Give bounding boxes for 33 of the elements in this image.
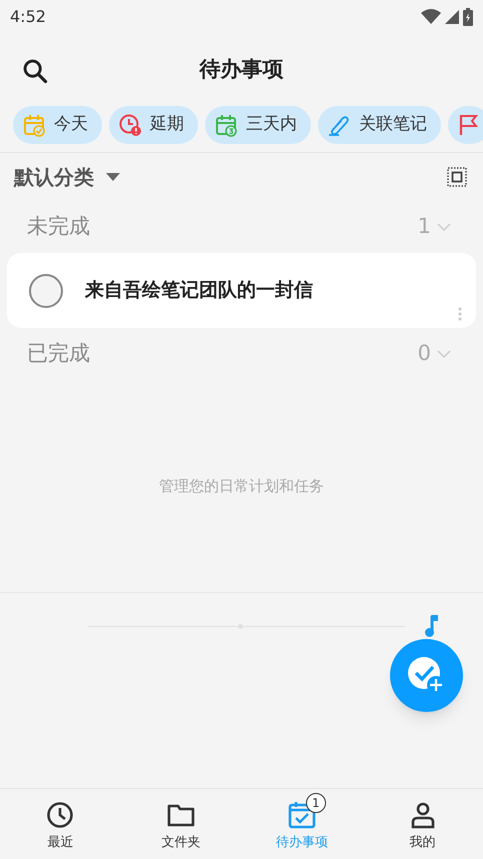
select-button[interactable]	[445, 165, 469, 189]
task-card[interactable]: 来自吾绘笔记团队的一封信	[7, 253, 476, 328]
calendar-check-icon	[22, 113, 46, 137]
page-title: 待办事项	[200, 56, 284, 83]
person-icon	[408, 801, 437, 829]
nav-tab[interactable]: 我的	[362, 789, 483, 859]
flag-icon	[457, 113, 481, 137]
chevron-down-icon	[437, 222, 451, 232]
wifi-icon	[421, 9, 441, 25]
nav-badge: 1	[306, 793, 326, 813]
filter-chip[interactable]: 延期	[109, 106, 198, 144]
signal-icon	[444, 9, 460, 25]
battery-icon	[463, 8, 473, 26]
filter-chip[interactable]	[448, 106, 483, 144]
clock-alert-icon	[118, 113, 142, 137]
chevron-down-icon	[437, 350, 451, 358]
caret-icon	[106, 173, 120, 181]
search-icon	[21, 57, 49, 85]
select-all-icon	[447, 167, 467, 187]
task-checkbox[interactable]	[29, 274, 63, 308]
filter-chip[interactable]: 三天内	[205, 106, 311, 144]
category-dropdown[interactable]: 默认分类	[14, 162, 120, 192]
filter-chip[interactable]: 今天	[13, 106, 102, 144]
status-time: 4:52	[10, 6, 46, 28]
calendar-number-icon	[214, 113, 238, 137]
filter-chip[interactable]: 关联笔记	[318, 106, 441, 144]
music-note-icon[interactable]	[425, 614, 439, 638]
nav-tab[interactable]: 最近	[0, 789, 121, 859]
nav-tab[interactable]: 文件夹	[120, 789, 242, 859]
empty-hint: 管理您的日常计划和任务	[159, 476, 324, 497]
clock-icon	[46, 801, 74, 829]
nav-tab[interactable]: 1 待办事项	[242, 789, 362, 859]
task-title: 来自吾绘笔记团队的一封信	[85, 278, 313, 304]
